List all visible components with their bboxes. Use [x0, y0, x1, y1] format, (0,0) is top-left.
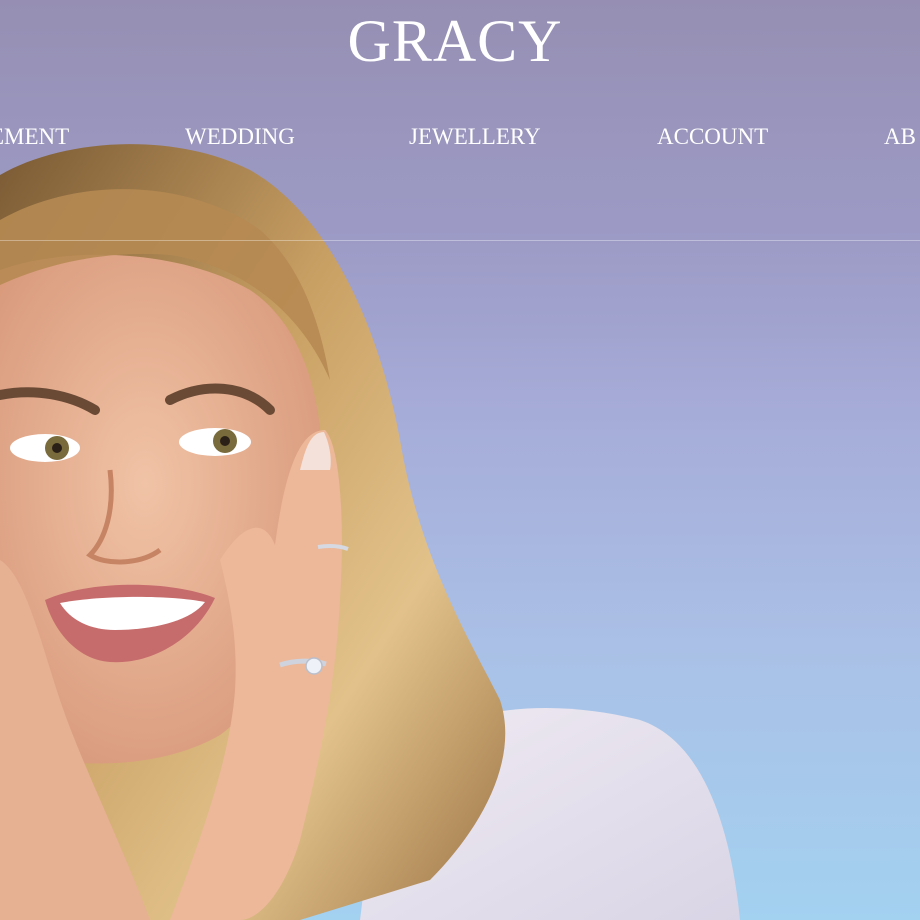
nav-item-jewellery[interactable]: JEWELLERY [409, 120, 541, 154]
main-nav: EMENT WEDDING JEWELLERY ACCOUNT AB [0, 120, 920, 154]
header-divider [0, 240, 920, 241]
nav-item-engagement[interactable]: EMENT [0, 120, 69, 154]
site-header: GRACY EMENT WEDDING JEWELLERY ACCOUNT AB [0, 0, 920, 240]
site-logo[interactable]: GRACY [0, 8, 910, 74]
nav-item-wedding[interactable]: WEDDING [185, 120, 295, 154]
nav-item-about[interactable]: AB [884, 120, 916, 154]
hero-banner: GRACY EMENT WEDDING JEWELLERY ACCOUNT AB [0, 0, 920, 920]
nav-item-account[interactable]: ACCOUNT [657, 120, 768, 154]
